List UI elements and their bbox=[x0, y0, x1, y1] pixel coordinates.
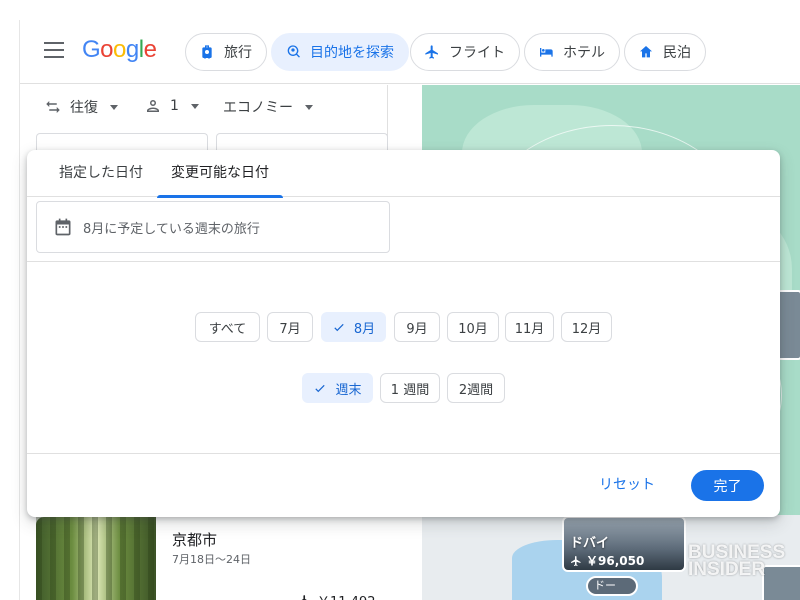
flexible-date-summary-text: 8月に予定している週末の旅行 bbox=[83, 221, 260, 237]
month-option-december[interactable]: 12月 bbox=[561, 312, 612, 342]
explore-icon bbox=[284, 43, 302, 61]
chip-hotels[interactable]: ホテル bbox=[524, 33, 620, 71]
map-price-pin[interactable]: ドー bbox=[586, 576, 638, 596]
caret-down-icon bbox=[305, 104, 313, 110]
map-destination-card[interactable]: ドバイ ￥96,050 bbox=[562, 516, 686, 572]
month-option-label: すべて bbox=[208, 321, 247, 337]
duration-option-2-weeks[interactable]: 2週間 bbox=[447, 373, 505, 403]
logo-letter: o bbox=[100, 36, 114, 63]
logo-letter: g bbox=[125, 36, 139, 63]
caret-down-icon bbox=[190, 103, 199, 109]
flexible-date-summary-field[interactable]: 8月に予定している週末の旅行 bbox=[36, 201, 390, 253]
chip-label: 旅行 bbox=[224, 45, 252, 61]
swap-arrows-icon bbox=[46, 101, 60, 113]
destination-photo bbox=[36, 517, 156, 600]
month-option-october[interactable]: 10月 bbox=[447, 312, 499, 342]
top-strip bbox=[0, 0, 800, 20]
duration-option-1-week[interactable]: 1 週間 bbox=[380, 373, 440, 403]
logo-letter: e bbox=[143, 36, 157, 63]
flight-icon bbox=[423, 43, 441, 61]
reset-button[interactable]: リセット bbox=[587, 470, 667, 500]
date-picker-dialog: 指定した日付 変更可能な日付 8月に予定している週末の旅行 すべて 7月 8月 … bbox=[27, 150, 780, 517]
month-option-all[interactable]: すべて bbox=[195, 312, 260, 342]
person-icon bbox=[147, 100, 159, 112]
travel-bag-icon bbox=[198, 43, 216, 61]
chip-label: 民泊 bbox=[663, 45, 691, 61]
month-option-label: 10月 bbox=[458, 321, 488, 337]
passenger-select[interactable]: 1 bbox=[144, 97, 199, 115]
chip-vacation-rentals[interactable]: 民泊 bbox=[624, 33, 706, 71]
hamburger-menu-icon[interactable] bbox=[44, 42, 64, 58]
flight-icon bbox=[571, 555, 581, 566]
google-logo[interactable]: Google bbox=[82, 36, 157, 64]
left-edge bbox=[0, 20, 20, 600]
duration-option-label: 1 週間 bbox=[390, 382, 430, 398]
month-option-september[interactable]: 9月 bbox=[394, 312, 440, 342]
map-card-price-value: ￥96,050 bbox=[586, 554, 645, 568]
cabin-class-select[interactable]: エコノミー bbox=[223, 97, 313, 117]
map-card-city: ドバイ bbox=[570, 536, 610, 551]
duration-option-label: 2週間 bbox=[458, 382, 494, 398]
result-dates: 7月18日～24日 bbox=[172, 553, 251, 566]
date-mode-tabs: 指定した日付 変更可能な日付 bbox=[27, 150, 780, 198]
month-option-label: 8月 bbox=[353, 321, 376, 337]
month-option-label: 12月 bbox=[571, 321, 602, 337]
cabin-class-label: エコノミー bbox=[223, 100, 293, 116]
map-card-price: ￥96,050 bbox=[570, 552, 644, 569]
app-header: Google 旅行 目的地を探索 フライト ホテル 民泊 bbox=[20, 20, 800, 84]
duration-option-weekend[interactable]: 週末 bbox=[302, 373, 373, 403]
chip-label: 目的地を探索 bbox=[310, 45, 394, 61]
duration-option-label: 週末 bbox=[335, 382, 362, 398]
month-option-label: 7月 bbox=[279, 321, 301, 337]
flight-icon bbox=[301, 595, 307, 600]
month-option-label: 11月 bbox=[514, 321, 545, 337]
chip-flights[interactable]: フライト bbox=[410, 33, 520, 71]
divider bbox=[27, 261, 780, 262]
trip-type-label: 往復 bbox=[70, 100, 98, 116]
business-insider-watermark: BUSINESS INSIDER bbox=[688, 543, 785, 580]
month-option-label: 9月 bbox=[406, 321, 428, 337]
divider bbox=[27, 453, 780, 454]
logo-letter: G bbox=[82, 36, 101, 63]
result-price: ￥11,492 bbox=[298, 591, 376, 600]
month-option-november[interactable]: 11月 bbox=[505, 312, 554, 342]
chip-label: ホテル bbox=[563, 45, 605, 61]
passenger-count: 1 bbox=[170, 98, 179, 114]
chip-explore[interactable]: 目的地を探索 bbox=[271, 33, 409, 71]
tab-specific-dates[interactable]: 指定した日付 bbox=[45, 150, 157, 197]
caret-down-icon bbox=[110, 104, 118, 110]
chip-label: フライト bbox=[449, 45, 505, 61]
result-city: 京都市 bbox=[172, 531, 218, 549]
month-option-august[interactable]: 8月 bbox=[321, 312, 386, 342]
hotel-bed-icon bbox=[537, 43, 555, 61]
logo-letter: o bbox=[113, 36, 126, 63]
watermark-line: INSIDER bbox=[688, 559, 766, 580]
trip-type-select[interactable]: 往復 bbox=[44, 97, 118, 117]
calendar-icon bbox=[55, 218, 71, 236]
checkmark-icon bbox=[332, 320, 346, 334]
chip-travel[interactable]: 旅行 bbox=[185, 33, 267, 71]
home-icon bbox=[637, 43, 655, 61]
destination-result-card[interactable]: 京都市 7月18日～24日 ￥11,492 bbox=[36, 517, 388, 600]
checkmark-icon bbox=[313, 381, 327, 395]
tab-flexible-dates[interactable]: 変更可能な日付 bbox=[157, 150, 283, 198]
done-button[interactable]: 完了 bbox=[691, 470, 764, 501]
month-option-july[interactable]: 7月 bbox=[267, 312, 313, 342]
result-price-value: ￥11,492 bbox=[317, 591, 376, 600]
